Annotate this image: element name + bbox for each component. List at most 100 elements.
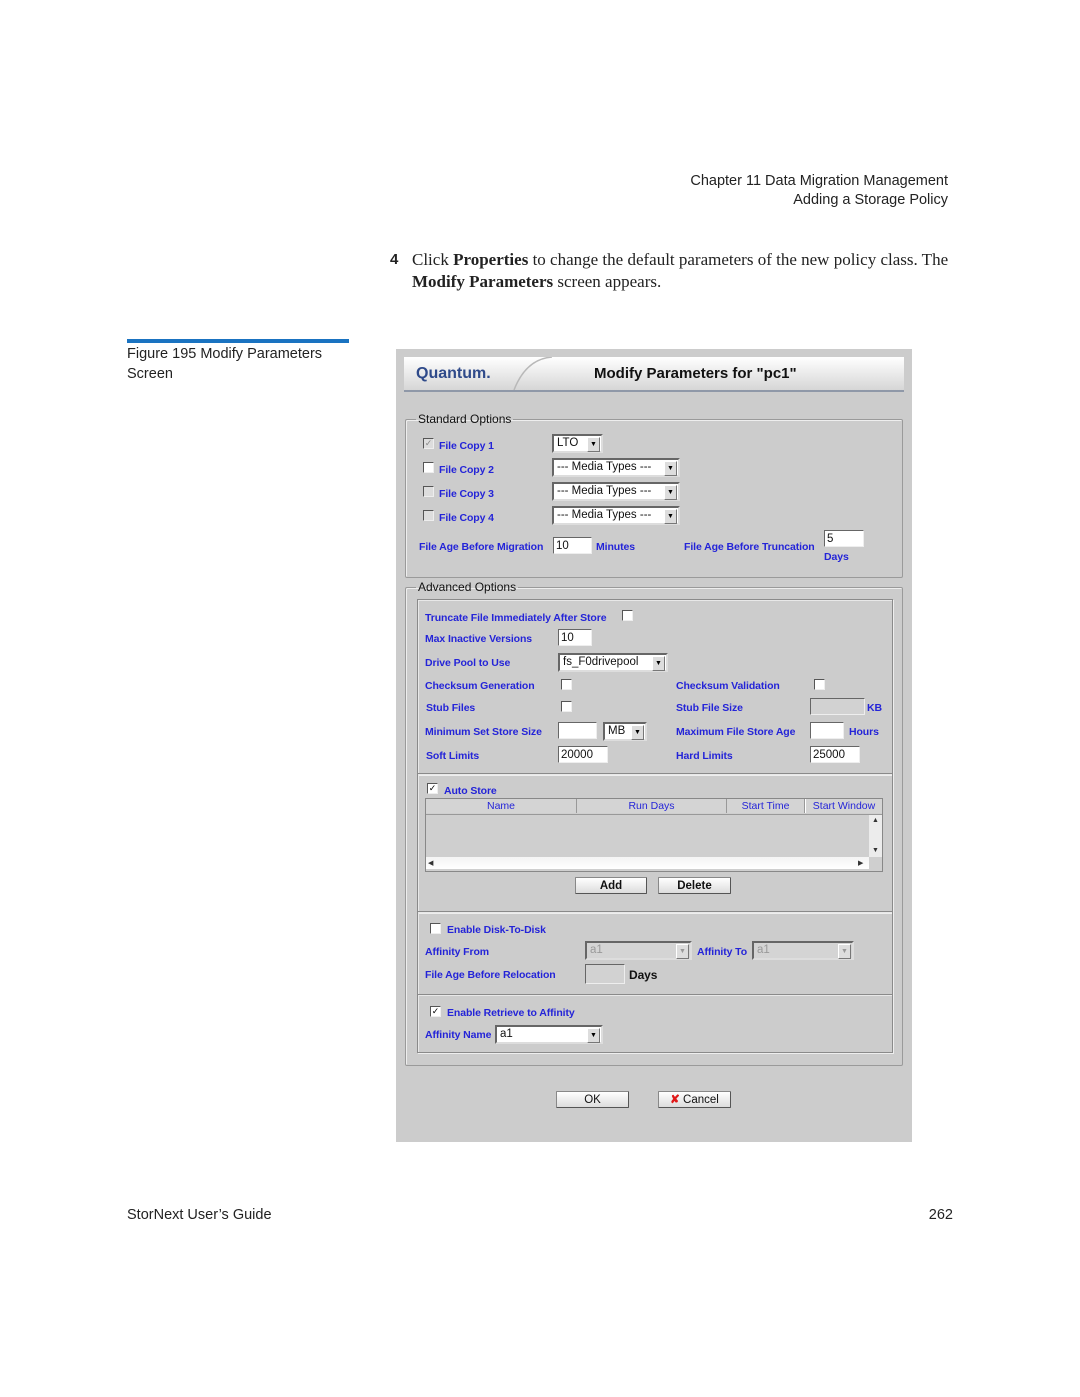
scroll-right-icon[interactable]: ▶ <box>858 859 863 867</box>
file-copy-3-media-value: --- Media Types --- <box>557 485 652 497</box>
affinity-from-select[interactable]: a1 ▼ <box>585 941 692 960</box>
file-copy-4-media-value: --- Media Types --- <box>557 509 652 521</box>
scroll-down-icon[interactable]: ▼ <box>872 847 879 854</box>
step-text-part: screen appears. <box>553 272 662 291</box>
min-set-store-size-input[interactable] <box>558 722 597 739</box>
chevron-down-icon: ▼ <box>664 485 677 500</box>
modify-parameters-dialog: Quantum. Modify Parameters for "pc1" Sta… <box>396 349 912 1142</box>
file-age-migration-input[interactable]: 10 <box>553 537 592 554</box>
file-age-truncation-label: File Age Before Truncation <box>684 541 815 553</box>
dialog-titlebar: Quantum. Modify Parameters for "pc1" <box>404 357 904 392</box>
affinity-name-label: Affinity Name <box>425 1029 492 1041</box>
drive-pool-value: fs_F0drivepool <box>563 656 639 668</box>
hard-limits-input[interactable]: 25000 <box>810 746 860 763</box>
auto-store-checkbox[interactable]: ✓ <box>427 783 438 794</box>
checksum-validation-checkbox[interactable] <box>814 679 825 690</box>
column-header-start-window[interactable]: Start Window <box>805 799 882 813</box>
file-copy-1-media-value: LTO <box>557 437 579 449</box>
file-copy-3-checkbox[interactable] <box>423 486 434 497</box>
quantum-logo: Quantum. <box>416 365 491 382</box>
file-age-migration-label: File Age Before Migration <box>419 541 544 553</box>
enable-retrieve-affinity-label: Enable Retrieve to Affinity <box>447 1007 575 1019</box>
file-copy-2-label: File Copy 2 <box>439 464 494 476</box>
dialog-title: Modify Parameters for "pc1" <box>594 365 797 382</box>
figure-caption: Figure 195 Modify Parameters Screen <box>127 346 323 382</box>
delete-button[interactable]: Delete <box>658 877 731 894</box>
affinity-to-select[interactable]: a1 ▼ <box>752 941 854 960</box>
file-age-truncation-input[interactable]: 5 <box>824 530 864 547</box>
stub-file-size-label: Stub File Size <box>676 702 743 714</box>
max-inactive-versions-label: Max Inactive Versions <box>425 633 533 645</box>
cancel-x-icon: ✘ <box>670 1094 680 1106</box>
checksum-generation-checkbox[interactable] <box>561 679 572 690</box>
drive-pool-label: Drive Pool to Use <box>425 657 511 669</box>
file-copy-4-media-select[interactable]: --- Media Types --- ▼ <box>552 506 680 525</box>
affinity-to-label: Affinity To <box>697 946 748 958</box>
max-file-store-age-label: Maximum File Store Age <box>676 726 796 738</box>
min-set-store-size-label: Minimum Set Store Size <box>425 726 542 738</box>
file-copy-2-media-value: --- Media Types --- <box>557 461 652 473</box>
figure-rule <box>127 339 349 343</box>
soft-limits-label: Soft Limits <box>426 750 480 762</box>
stub-files-label: Stub Files <box>426 702 476 714</box>
chevron-down-icon: ▼ <box>676 944 689 959</box>
section-heading: Adding a Storage Policy <box>793 192 948 208</box>
affinity-name-value: a1 <box>500 1028 513 1040</box>
file-copy-3-media-select[interactable]: --- Media Types --- ▼ <box>552 482 680 501</box>
file-copy-2-checkbox[interactable] <box>423 462 434 473</box>
affinity-from-value: a1 <box>590 944 603 956</box>
chapter-heading: Chapter 11 Data Migration Management <box>690 173 948 189</box>
chevron-down-icon: ▼ <box>652 656 665 671</box>
vertical-scrollbar[interactable]: ▲ ▼ <box>869 815 882 857</box>
chevron-down-icon: ▼ <box>664 461 677 476</box>
max-inactive-versions-input[interactable]: 10 <box>558 629 592 646</box>
file-copy-1-label: File Copy 1 <box>439 440 494 452</box>
checksum-generation-label: Checksum Generation <box>425 680 535 692</box>
scroll-left-icon[interactable]: ◀ <box>428 859 433 867</box>
max-file-store-age-input[interactable] <box>810 722 844 739</box>
step-text-part: Click <box>412 250 454 269</box>
footer-guide-title: StorNext User’s Guide <box>127 1207 272 1223</box>
affinity-name-select[interactable]: a1 ▼ <box>495 1025 603 1044</box>
enable-retrieve-affinity-checkbox[interactable]: ✓ <box>430 1006 441 1017</box>
truncate-immediately-label: Truncate File Immediately After Store <box>425 612 607 624</box>
enable-disk-to-disk-label: Enable Disk-To-Disk <box>447 924 546 936</box>
max-file-store-age-unit: Hours <box>849 726 879 738</box>
step-text: Click Properties to change the default p… <box>412 249 950 293</box>
ok-button[interactable]: OK <box>556 1091 629 1108</box>
chevron-down-icon: ▼ <box>838 944 851 959</box>
page-number: 262 <box>928 1207 953 1223</box>
scroll-up-icon[interactable]: ▲ <box>872 817 879 824</box>
file-copy-4-checkbox[interactable] <box>423 510 434 521</box>
hard-limits-label: Hard Limits <box>676 750 733 762</box>
cancel-button[interactable]: ✘ Cancel <box>658 1091 731 1108</box>
affinity-from-label: Affinity From <box>425 946 490 958</box>
auto-store-table: Name Run Days Start Time Start Window ▲ … <box>425 798 883 872</box>
file-copy-2-media-select[interactable]: --- Media Types --- ▼ <box>552 458 680 477</box>
drive-pool-select[interactable]: fs_F0drivepool ▼ <box>558 653 668 672</box>
column-header-name[interactable]: Name <box>426 799 577 813</box>
stub-file-size-unit: KB <box>867 702 882 714</box>
min-set-store-size-unit-select[interactable]: MB ▼ <box>603 722 647 741</box>
step-modify-parameters-term: Modify Parameters <box>412 272 554 291</box>
soft-limits-input[interactable]: 20000 <box>558 746 608 763</box>
file-age-relocation-input[interactable] <box>585 964 625 984</box>
file-age-migration-unit: Minutes <box>596 541 635 553</box>
stub-files-checkbox[interactable] <box>561 701 572 712</box>
column-header-start-time[interactable]: Start Time <box>727 799 805 813</box>
step-number: 4 <box>390 251 399 268</box>
stub-file-size-input[interactable] <box>810 698 865 715</box>
enable-disk-to-disk-checkbox[interactable] <box>430 923 441 934</box>
file-copy-1-media-select[interactable]: LTO ▼ <box>552 434 603 453</box>
column-header-run-days[interactable]: Run Days <box>577 799 727 813</box>
file-copy-1-checkbox[interactable]: ✓ <box>423 438 434 449</box>
header-divider <box>426 814 882 815</box>
chevron-down-icon: ▼ <box>587 437 600 452</box>
truncate-immediately-checkbox[interactable] <box>622 610 633 621</box>
cancel-button-label: Cancel <box>683 1094 719 1106</box>
add-button[interactable]: Add <box>575 877 647 894</box>
file-age-relocation-unit: Days <box>629 968 658 982</box>
file-age-truncation-unit: Days <box>824 551 849 563</box>
horizontal-scrollbar[interactable]: ◀ ▶ <box>426 857 869 869</box>
chevron-down-icon: ▼ <box>664 509 677 524</box>
